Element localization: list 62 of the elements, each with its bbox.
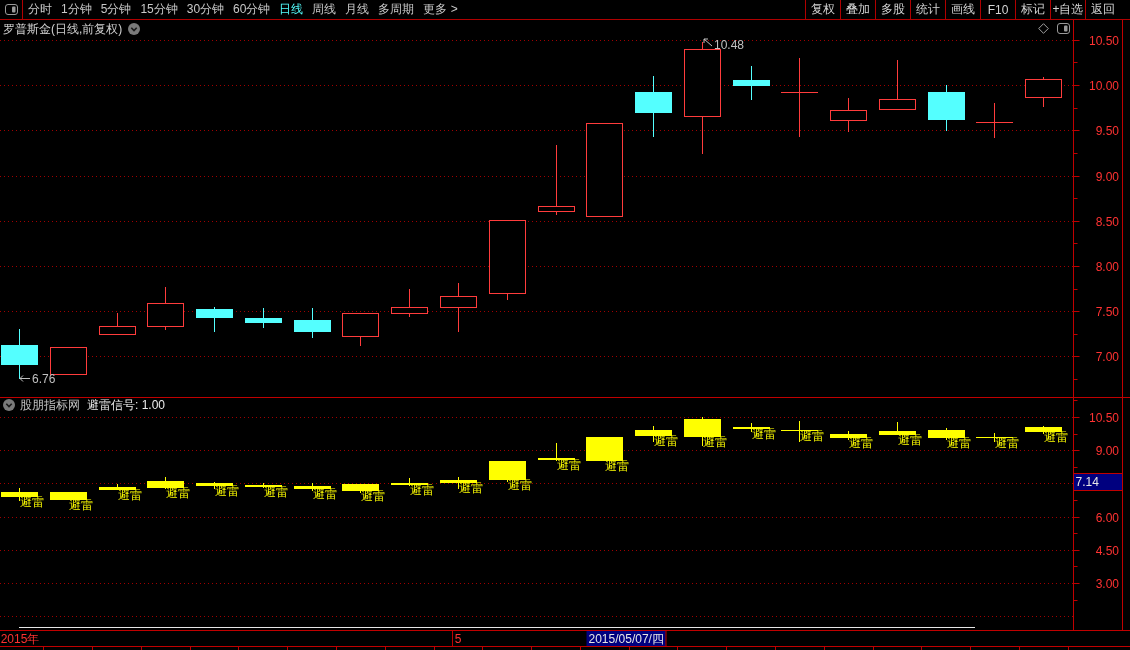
axis-label: 9.00 [1095, 443, 1119, 458]
cursor-value-label: 7.14 [1073, 473, 1123, 491]
period-tab[interactable]: 分时 [28, 0, 52, 19]
candlestick [976, 102, 1013, 139]
axis-label: 6.00 [1095, 510, 1119, 525]
chevron-circle-icon[interactable] [3, 399, 15, 411]
signal-value: 避雷信号: 1.00 [87, 398, 166, 412]
arrow-icon [703, 38, 713, 47]
candlestick [586, 436, 623, 462]
axis-label: 10.50 [1088, 410, 1119, 425]
period-tab[interactable]: 周线 [312, 0, 337, 19]
period-tab[interactable]: 15分钟 [140, 0, 178, 19]
candlestick [196, 306, 233, 333]
period-tab[interactable]: 30分钟 [186, 0, 225, 19]
cursor-date-label: 2015/05/07/四 [586, 630, 667, 647]
date-axis-label: 5 [454, 632, 462, 646]
candlestick [245, 307, 282, 329]
chart-title: 罗普斯金(日线,前复权) [3, 22, 123, 36]
axis-label: 10.50 [1088, 33, 1119, 48]
candlestick [294, 307, 331, 339]
candlestick [879, 421, 916, 436]
candlestick [538, 144, 575, 216]
candlestick [879, 59, 916, 110]
candlestick [928, 84, 965, 132]
axis-label: 8.50 [1095, 214, 1119, 229]
axis-label: 10.00 [1088, 78, 1119, 93]
candlestick [391, 288, 428, 318]
candlestick [50, 347, 87, 375]
candlestick [440, 282, 477, 333]
period-tab[interactable]: 60分钟 [233, 0, 271, 19]
chevron-circle-icon[interactable] [128, 23, 141, 35]
candlestick [342, 313, 379, 347]
price-label: 10.48 [714, 38, 745, 52]
period-tab[interactable]: 日线 [279, 0, 304, 19]
arrow-icon [19, 375, 31, 382]
axis-label: 8.00 [1095, 259, 1119, 274]
axis-label: 3.00 [1095, 576, 1119, 591]
candlestick [1025, 76, 1062, 108]
candlestick [99, 483, 136, 491]
period-tab[interactable]: 5分钟 [100, 0, 132, 19]
candlestick [635, 75, 672, 138]
diamond-icon[interactable] [1038, 23, 1049, 34]
panel-toggle-icon[interactable] [4, 4, 18, 15]
candlestick [830, 97, 867, 133]
panel-toggle-icon[interactable] [1057, 23, 1070, 34]
candlestick [99, 312, 136, 335]
indicator-name: 股朋指标网 [20, 398, 80, 412]
axis-label: 4.50 [1095, 543, 1119, 558]
price-label: 6.76 [32, 371, 56, 386]
axis-label: 7.00 [1095, 349, 1119, 364]
toolbar-button[interactable]: +自选 [1050, 0, 1085, 19]
period-tab[interactable]: 月线 [345, 0, 370, 19]
axis-label: 9.00 [1095, 169, 1119, 184]
period-tab[interactable]: 多周期 [378, 0, 415, 19]
axis-label: 9.50 [1095, 123, 1119, 138]
candlestick [147, 286, 184, 331]
axis-label: 7.50 [1095, 304, 1119, 319]
candlestick [733, 65, 770, 101]
period-tab[interactable]: 更多 > [423, 0, 458, 19]
candlestick [50, 491, 87, 501]
period-tab[interactable]: 1分钟 [61, 0, 92, 19]
date-axis-label: 2015年 [0, 632, 40, 646]
